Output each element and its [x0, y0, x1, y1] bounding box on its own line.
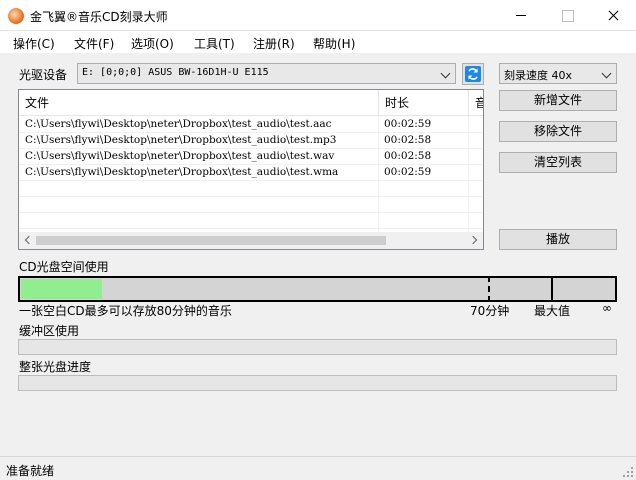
- cd-capacity-caption: 一张空白CD最多可以存放80分钟的音乐: [19, 304, 232, 318]
- burn-speed-value: 刻录速度 40x: [504, 69, 573, 82]
- resize-grip-icon[interactable]: [622, 466, 634, 478]
- table-row[interactable]: C:\Users\flywi\Desktop\neter\Dropbox\tes…: [19, 164, 483, 180]
- title-bar: 金飞翼®音乐CD刻录大师: [0, 0, 636, 31]
- column-header-file[interactable]: 文件: [19, 90, 379, 116]
- file-list-header: 文件 时长 音: [19, 90, 483, 116]
- menu-file[interactable]: 文件(F): [74, 35, 114, 52]
- menu-tools[interactable]: 工具(T): [194, 35, 235, 52]
- file-path-cell: C:\Users\flywi\Desktop\neter\Dropbox\tes…: [25, 166, 339, 178]
- file-path-cell: C:\Users\flywi\Desktop\neter\Dropbox\tes…: [25, 118, 332, 130]
- row-divider: [19, 180, 483, 181]
- duration-cell: 00:02:58: [384, 150, 432, 162]
- buffer-progress-bar: [18, 339, 617, 355]
- duration-cell: 00:02:59: [384, 166, 432, 178]
- infinity-icon: ∞: [602, 301, 612, 315]
- status-text: 准备就绪: [6, 464, 55, 478]
- table-row[interactable]: C:\Users\flywi\Desktop\neter\Dropbox\tes…: [19, 132, 483, 148]
- drive-label: 光驱设备: [19, 68, 68, 82]
- disc-progress-label: 整张光盘进度: [19, 360, 92, 374]
- drive-select[interactable]: E: [0;0;0] ASUS BW-16D1H-U E115: [77, 63, 456, 84]
- status-bar: 准备就绪: [0, 456, 636, 480]
- chevron-down-icon: [440, 68, 451, 79]
- add-file-button[interactable]: 新增文件: [499, 90, 617, 111]
- row-divider: [19, 228, 483, 229]
- menu-bar: 操作(C) 文件(F) 选项(O) 工具(T) 注册(R) 帮助(H): [0, 31, 636, 53]
- duration-cell: 00:02:58: [384, 134, 432, 146]
- tick-max: 最大值: [534, 304, 571, 318]
- play-button[interactable]: 播放: [499, 229, 617, 250]
- file-path-cell: C:\Users\flywi\Desktop\neter\Dropbox\tes…: [25, 150, 335, 162]
- file-path-cell: C:\Users\flywi\Desktop\neter\Dropbox\tes…: [25, 134, 337, 146]
- file-list[interactable]: 文件 时长 音 C:\Users\flywi\Desktop\neter\Dro…: [18, 89, 484, 250]
- remove-file-button[interactable]: 移除文件: [499, 121, 617, 142]
- buffer-label: 缓冲区使用: [19, 324, 80, 338]
- scroll-right-icon[interactable]: [468, 235, 478, 245]
- cd-space-label: CD光盘空间使用: [19, 260, 109, 274]
- scroll-left-icon[interactable]: [24, 235, 34, 245]
- scrollbar-thumb[interactable]: [36, 236, 386, 245]
- row-divider: [19, 212, 483, 213]
- column-header-duration[interactable]: 时长: [379, 90, 469, 116]
- menu-options[interactable]: 选项(O): [131, 35, 174, 52]
- tick-70-minutes: 70分钟: [470, 304, 510, 318]
- flame-app-icon: [8, 8, 24, 24]
- column-header-audio[interactable]: 音: [469, 90, 483, 116]
- burn-speed-select[interactable]: 刻录速度 40x: [499, 63, 617, 84]
- menu-operation[interactable]: 操作(C): [13, 35, 55, 52]
- refresh-button[interactable]: [462, 63, 484, 85]
- table-row[interactable]: C:\Users\flywi\Desktop\neter\Dropbox\tes…: [19, 148, 483, 164]
- horizontal-scrollbar[interactable]: [19, 232, 483, 249]
- chevron-down-icon: [601, 68, 612, 79]
- max-capacity-marker: [551, 276, 553, 302]
- close-button[interactable]: [590, 0, 636, 31]
- duration-cell: 00:02:59: [384, 118, 432, 130]
- table-row[interactable]: C:\Users\flywi\Desktop\neter\Dropbox\tes…: [19, 116, 483, 132]
- drive-selected-value: E: [0;0;0] ASUS BW-16D1H-U E115: [82, 67, 269, 78]
- cd-space-bar: [18, 276, 617, 302]
- minimize-button[interactable]: [498, 0, 544, 31]
- refresh-icon: [465, 66, 481, 82]
- row-divider: [19, 196, 483, 197]
- maximize-button[interactable]: [544, 0, 590, 31]
- menu-register[interactable]: 注册(R): [253, 35, 295, 52]
- menu-help[interactable]: 帮助(H): [313, 35, 355, 52]
- window-title: 金飞翼®音乐CD刻录大师: [30, 10, 168, 24]
- seventy-minute-marker: [488, 276, 490, 302]
- clear-list-button[interactable]: 清空列表: [499, 152, 617, 173]
- cd-space-fill: [21, 279, 102, 299]
- disc-progress-bar: [18, 375, 617, 391]
